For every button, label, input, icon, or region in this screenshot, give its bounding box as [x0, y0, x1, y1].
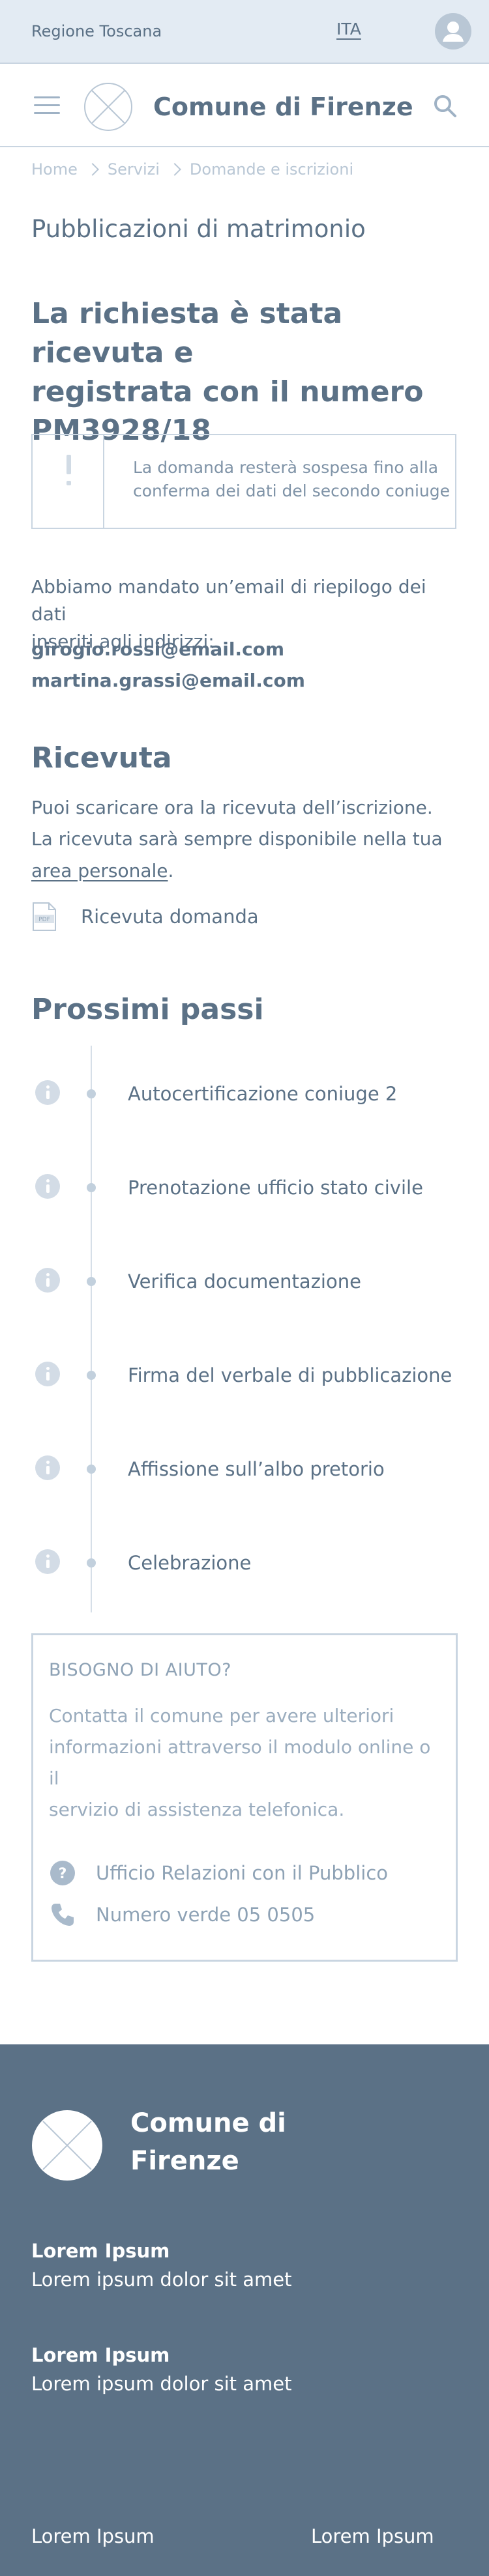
confirmation-heading-line: La richiesta è stata ricevuta e [31, 297, 343, 369]
receipt-text-line: Puoi scaricare ora la ricevuta dell’iscr… [31, 797, 433, 818]
step-label: Prenotazione ufficio stato civile [128, 1177, 423, 1199]
timeline-dot [87, 1183, 96, 1192]
info-icon[interactable] [35, 1455, 60, 1480]
help-text-line: servizio di assistenza telefonica. [49, 1799, 345, 1821]
confirmation-heading: La richiesta è stata ricevuta e registra… [31, 294, 462, 450]
timeline-dot [87, 1465, 96, 1474]
email-address: martina.grassi@email.com [31, 670, 305, 691]
pdf-file-icon: PDF [33, 902, 56, 931]
search-icon[interactable] [432, 93, 458, 119]
receipt-text-suffix: . [168, 859, 174, 881]
timeline-dot [87, 1371, 96, 1380]
help-text: Contatta il comune per avere ulteriori i… [49, 1700, 440, 1826]
receipt-text: Puoi scaricare ora la ricevuta dell’iscr… [31, 792, 462, 887]
next-steps-title: Prossimi passi [31, 993, 264, 1026]
step-label: Verifica documentazione [128, 1270, 361, 1293]
timeline-step: Autocertificazione coniuge 2 [0, 1074, 489, 1113]
footer-block-text: Lorem ipsum dolor sit amet [31, 2268, 292, 2291]
chevron-right-icon [85, 163, 99, 176]
footer-block-text: Lorem ipsum dolor sit amet [31, 2373, 292, 2395]
help-box: BISOGNO DI AIUTO? Contatta il comune per… [31, 1633, 458, 1962]
timeline-step: Celebrazione [0, 1543, 489, 1582]
step-label: Firma del verbale di pubblicazione [128, 1364, 452, 1386]
breadcrumb-home[interactable]: Home [31, 160, 78, 179]
main-header: Comune di Firenze [0, 63, 489, 147]
language-selector[interactable]: ITA [336, 20, 361, 38]
breadcrumb-servizi[interactable]: Servizi [108, 160, 160, 179]
info-icon[interactable] [35, 1268, 60, 1293]
help-title: BISOGNO DI AIUTO? [49, 1660, 231, 1680]
help-office-label[interactable]: Ufficio Relazioni con il Pubblico [96, 1862, 388, 1884]
alert-text-line: conferma dei dati del secondo coniuge [133, 481, 451, 501]
info-icon[interactable] [35, 1174, 60, 1199]
chevron-right-icon [168, 163, 181, 176]
pending-alert: La domanda resterà sospesa fino alla con… [31, 434, 456, 529]
receipt-download[interactable]: PDF Ricevuta domanda [31, 902, 259, 932]
exclamation-icon [33, 435, 104, 528]
site-footer: Comune di Firenze Lorem Ipsum Lorem ipsu… [0, 2044, 489, 2576]
question-circle-icon: ? [50, 1861, 75, 1885]
region-label: Regione Toscana [31, 22, 162, 40]
top-bar: Regione Toscana ITA [0, 0, 489, 63]
receipt-file-label[interactable]: Ricevuta domanda [81, 906, 259, 928]
svg-text:PDF: PDF [38, 917, 50, 923]
menu-icon[interactable] [34, 96, 60, 116]
breadcrumb-current[interactable]: Domande e iscrizioni [190, 160, 353, 179]
email-intro-line: Abbiamo mandato un’email di riepilogo de… [31, 576, 426, 625]
info-icon[interactable] [35, 1080, 60, 1105]
help-office-row[interactable]: ? Ufficio Relazioni con il Pubblico [49, 1859, 388, 1887]
step-label: Autocertificazione coniuge 2 [128, 1083, 398, 1105]
timeline-step: Verifica documentazione [0, 1261, 489, 1300]
help-phone-label[interactable]: Numero verde 05 0505 [96, 1904, 315, 1926]
footer-title-line: Comune di [130, 2108, 286, 2138]
site-title[interactable]: Comune di Firenze [153, 93, 413, 121]
phone-icon [52, 1904, 74, 1926]
timeline-step: Affissione sull’albo pretorio [0, 1449, 489, 1488]
info-icon[interactable] [35, 1549, 60, 1574]
timeline-step: Firma del verbale di pubblicazione [0, 1355, 489, 1394]
svg-text:?: ? [59, 1866, 67, 1882]
footer-link[interactable]: Lorem Ipsum [311, 2525, 434, 2547]
footer-link[interactable]: Lorem Ipsum [31, 2525, 155, 2547]
step-label: Affissione sull’albo pretorio [128, 1458, 385, 1480]
footer-title[interactable]: Comune di Firenze [130, 2104, 300, 2180]
logo-placeholder-icon[interactable] [83, 82, 133, 132]
timeline-step: Prenotazione ufficio stato civile [0, 1167, 489, 1207]
help-phone-row[interactable]: Numero verde 05 0505 [49, 1901, 315, 1928]
info-icon[interactable] [35, 1362, 60, 1386]
footer-block-heading: Lorem Ipsum [31, 2344, 170, 2366]
alert-text: La domanda resterà sospesa fino alla con… [104, 435, 450, 528]
logo-placeholder-icon[interactable] [31, 2110, 103, 2181]
footer-title-line: Firenze [130, 2146, 239, 2176]
page-title: Pubblicazioni di matrimonio [31, 215, 366, 243]
timeline-line [91, 1046, 92, 1612]
timeline-dot [87, 1558, 96, 1567]
user-icon[interactable] [435, 13, 471, 50]
personal-area-link[interactable]: area personale [31, 860, 168, 881]
alert-text-line: La domanda resterà sospesa fino alla [133, 458, 439, 477]
footer-block-heading: Lorem Ipsum [31, 2240, 170, 2262]
email-address: girogio.rossi@email.com [31, 638, 285, 660]
breadcrumb: Home Servizi Domande e iscrizioni [31, 160, 353, 179]
help-text-line: informazioni attraverso il modulo online… [49, 1736, 431, 1790]
timeline-dot [87, 1089, 96, 1098]
step-label: Celebrazione [128, 1552, 252, 1574]
help-text-line: Contatta il comune per avere ulteriori [49, 1705, 394, 1726]
confirmation-heading-line: registrata con il numero [31, 375, 424, 408]
receipt-text-line: La ricevuta sarà sempre disponibile nell… [31, 828, 443, 850]
timeline-dot [87, 1277, 96, 1286]
receipt-title: Ricevuta [31, 741, 172, 775]
